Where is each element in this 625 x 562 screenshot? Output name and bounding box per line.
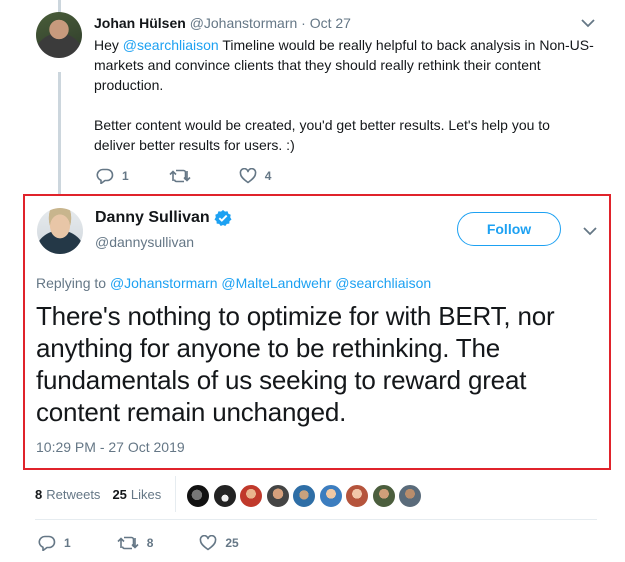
liker-avatar[interactable] (292, 484, 316, 508)
retweets-stat[interactable]: 8 Retweets (35, 487, 112, 502)
retweets-stat-label: Retweets (46, 487, 101, 502)
avatar[interactable] (37, 208, 83, 254)
heart-icon (239, 168, 257, 184)
reply-author-name[interactable]: Johan Hülsen (94, 15, 186, 31)
tweet-text: There's nothing to optimize for with BER… (36, 301, 555, 427)
liker-avatars (186, 484, 425, 508)
reply-header: Johan Hülsen @Johanstormarn · Oct 27 (94, 15, 351, 31)
chevron-down-icon[interactable] (581, 18, 595, 28)
liker-avatar[interactable] (265, 484, 290, 508)
reply-author-handle[interactable]: @Johanstormarn (190, 15, 298, 31)
replying-to-label: Replying to (36, 275, 107, 291)
like-button[interactable]: 25 (199, 535, 239, 551)
highlighted-tweet: Danny Sullivan @dannysullivan Follow Rep… (23, 194, 611, 470)
likes-stat-label: Likes (130, 487, 162, 502)
heart-icon (200, 535, 217, 551)
liker-avatar[interactable] (371, 484, 396, 508)
thread-line (58, 0, 61, 12)
mention-link[interactable]: @searchliaison (123, 37, 219, 53)
replying-to: Replying to @Johanstormarn @MalteLandweh… (36, 275, 431, 291)
reply-icon (38, 535, 56, 551)
author-handle[interactable]: @dannysullivan (95, 234, 194, 250)
retweet-icon (169, 169, 191, 183)
like-button[interactable]: 4 (239, 168, 272, 184)
reply-time[interactable]: · Oct 27 (301, 15, 351, 31)
tweet-actions: 1 8 25 (38, 535, 285, 551)
chevron-down-icon[interactable] (583, 226, 597, 236)
thread-line (58, 72, 61, 194)
likes-stat[interactable]: 25 Likes (112, 487, 161, 502)
reply-text-prefix: Hey (94, 37, 123, 53)
verified-badge-icon (214, 210, 232, 226)
retweet-button[interactable] (169, 168, 199, 184)
reply-actions: 1 4 (96, 168, 311, 184)
tweet-stats: 8 Retweets 25 Likes (35, 487, 161, 502)
avatar[interactable] (36, 12, 82, 58)
replying-to-mentions[interactable]: @Johanstormarn @MalteLandwehr @searchlia… (110, 275, 431, 291)
reply-count: 1 (64, 536, 71, 550)
reply-count: 1 (122, 169, 129, 183)
retweet-count: 8 (146, 536, 154, 550)
author-name[interactable]: Danny Sullivan (95, 209, 210, 227)
like-count: 4 (264, 169, 272, 183)
liker-avatar[interactable] (212, 484, 237, 508)
liker-avatar[interactable] (345, 484, 369, 508)
retweet-icon (117, 536, 139, 550)
tweet-timestamp[interactable]: 10:29 PM - 27 Oct 2019 (36, 439, 185, 455)
stats-divider (175, 476, 176, 512)
reply-text-para2: Better content would be created, you'd g… (94, 117, 550, 153)
retweet-button[interactable]: 8 (117, 535, 154, 551)
author-name-line: Danny Sullivan (95, 209, 232, 227)
divider (35, 519, 597, 520)
like-count: 25 (225, 536, 239, 550)
reply-text: Hey @searchliaison Timeline would be rea… (94, 35, 594, 155)
reply-button[interactable]: 1 (96, 168, 129, 184)
reply-button[interactable]: 1 (38, 535, 71, 551)
reply-icon (96, 168, 114, 184)
liker-avatar[interactable] (186, 484, 210, 508)
liker-avatar[interactable] (239, 484, 263, 508)
likes-stat-count: 25 (112, 487, 127, 502)
liker-avatar[interactable] (398, 484, 422, 508)
liker-avatar[interactable] (318, 484, 343, 508)
retweets-stat-count: 8 (35, 487, 43, 502)
follow-button[interactable]: Follow (457, 212, 561, 246)
